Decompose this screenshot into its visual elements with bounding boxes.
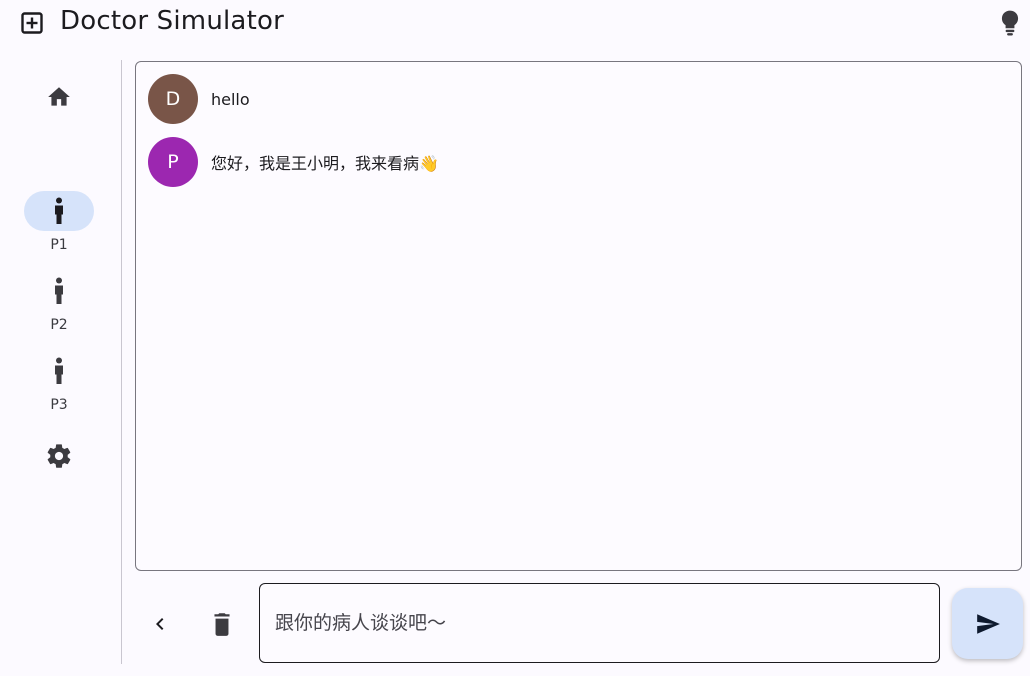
lightbulb-icon[interactable] [997,9,1023,37]
rail-item-label: P3 [50,397,68,413]
message-text: hello [211,89,250,109]
rail-item-p3[interactable]: P3 [20,351,98,421]
person-icon [55,357,63,384]
chat-area[interactable]: D hello P 您好，我是王小明，我来看病👋 [135,61,1022,571]
navigation-rail: P1 P2 P3 [0,60,120,664]
delete-icon[interactable] [209,610,235,638]
rail-item-p1[interactable]: P1 [20,191,98,261]
send-icon [976,613,1000,634]
home-icon[interactable] [45,84,73,110]
chat-message: D hello [148,74,250,124]
app-bar: Doctor Simulator [0,0,1030,46]
chat-message: P 您好，我是王小明，我来看病👋 [148,137,439,187]
rail-item-indicator [24,351,94,391]
rail-item-indicator [24,191,94,231]
rail-item-indicator [24,271,94,311]
avatar-doctor: D [148,74,198,124]
app-title: Doctor Simulator [60,6,284,36]
message-text: 您好，我是王小明，我来看病👋 [211,154,439,173]
avatar-patient: P [148,137,198,187]
person-icon [55,277,63,304]
message-input[interactable] [259,583,940,663]
rail-item-label: P2 [50,317,68,333]
person-icon [55,197,63,224]
chevron-left-icon[interactable] [148,612,172,636]
rail-item-p2[interactable]: P2 [20,271,98,341]
rail-divider [121,60,122,664]
rail-item-label: P1 [50,237,68,253]
send-button[interactable] [952,588,1023,659]
medical-plus-icon [21,12,43,34]
gear-icon[interactable] [45,442,73,470]
